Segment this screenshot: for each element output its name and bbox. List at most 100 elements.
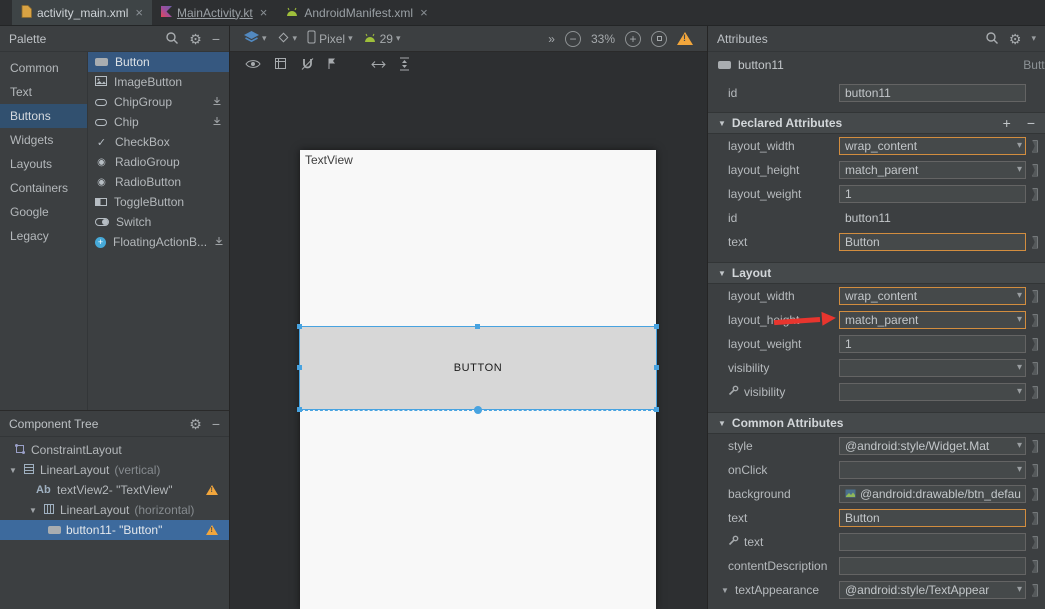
text-input[interactable]: Button bbox=[839, 509, 1026, 527]
resource-picker-icon[interactable] bbox=[1032, 512, 1038, 525]
selected-linearlayout[interactable]: BUTTON bbox=[300, 326, 656, 410]
resource-picker-icon[interactable] bbox=[1032, 464, 1038, 477]
palette-item-chipgroup[interactable]: ChipGroup bbox=[88, 92, 229, 112]
palette-category-widgets[interactable]: Widgets bbox=[0, 128, 87, 152]
minimize-icon[interactable]: − bbox=[212, 32, 220, 46]
tab-activity-main-xml[interactable]: activity_main.xml × bbox=[12, 0, 152, 25]
gear-icon[interactable]: ⚙ bbox=[189, 417, 202, 431]
resource-picker-icon[interactable] bbox=[1032, 290, 1038, 303]
resource-picker-icon[interactable] bbox=[1032, 236, 1038, 249]
id-value[interactable]: button11 bbox=[839, 209, 1026, 227]
resource-picker-icon[interactable] bbox=[1032, 188, 1038, 201]
chevron-down-icon[interactable]: ▼ bbox=[8, 466, 18, 475]
minimize-icon[interactable]: − bbox=[212, 417, 220, 431]
zoom-in-icon[interactable]: + bbox=[625, 31, 641, 47]
resize-handle[interactable] bbox=[297, 324, 302, 329]
resource-picker-icon[interactable] bbox=[1032, 536, 1038, 549]
add-attribute-icon[interactable]: + bbox=[1003, 115, 1011, 131]
download-icon[interactable] bbox=[214, 235, 224, 249]
visibility-combo[interactable] bbox=[839, 359, 1026, 377]
text-input[interactable]: Button bbox=[839, 233, 1026, 251]
layout-height-combo[interactable]: match_parent bbox=[839, 161, 1026, 179]
textview-preview[interactable]: TextView bbox=[305, 153, 353, 167]
palette-category-containers[interactable]: Containers bbox=[0, 176, 87, 200]
layout-height-combo[interactable]: match_parent bbox=[839, 311, 1026, 329]
orientation-selector[interactable]: ▾ bbox=[277, 31, 298, 47]
design-surface-mode-selector[interactable]: ▾ bbox=[244, 31, 267, 47]
resource-picker-icon[interactable] bbox=[1032, 140, 1038, 153]
resource-picker-icon[interactable] bbox=[1032, 338, 1038, 351]
palette-item-checkbox[interactable]: ✓ CheckBox bbox=[88, 132, 229, 152]
section-declared-attributes[interactable]: ▼ Declared Attributes + − bbox=[708, 112, 1045, 134]
layout-width-combo[interactable]: wrap_content bbox=[839, 287, 1026, 305]
resize-handle[interactable] bbox=[297, 365, 302, 370]
tree-item-constraintlayout[interactable]: ConstraintLayout bbox=[0, 440, 229, 460]
zoom-to-fit-icon[interactable] bbox=[651, 31, 667, 47]
palette-category-google[interactable]: Google bbox=[0, 200, 87, 224]
tools-visibility-combo[interactable] bbox=[839, 383, 1026, 401]
button-preview[interactable]: BUTTON bbox=[454, 362, 503, 374]
chevron-down-icon[interactable]: ▼ bbox=[720, 586, 730, 595]
palette-category-text[interactable]: Text bbox=[0, 80, 87, 104]
constraint-anchor-dot[interactable] bbox=[474, 406, 482, 414]
resize-handle[interactable] bbox=[654, 324, 659, 329]
close-icon[interactable]: × bbox=[420, 5, 428, 20]
tab-androidmanifest-xml[interactable]: AndroidManifest.xml × bbox=[276, 0, 436, 25]
api-level-selector[interactable]: 29 ▾ bbox=[363, 32, 401, 46]
tree-item-button11[interactable]: button11- "Button" bbox=[0, 520, 229, 540]
tab-mainactivity-kt[interactable]: MainActivity.kt × bbox=[152, 0, 276, 25]
layout-weight-input[interactable]: 1 bbox=[839, 185, 1026, 203]
palette-item-radiobutton[interactable]: ◉ RadioButton bbox=[88, 172, 229, 192]
close-icon[interactable]: × bbox=[260, 5, 268, 20]
palette-item-switch[interactable]: Switch bbox=[88, 212, 229, 232]
close-icon[interactable]: × bbox=[135, 5, 143, 20]
resource-picker-icon[interactable] bbox=[1032, 164, 1038, 177]
gear-icon[interactable]: ⚙ bbox=[1009, 32, 1022, 46]
remove-attribute-icon[interactable]: − bbox=[1027, 115, 1035, 131]
palette-item-button[interactable]: Button bbox=[88, 52, 229, 72]
resource-picker-icon[interactable] bbox=[1032, 314, 1038, 327]
id-input[interactable]: button11 bbox=[839, 84, 1026, 102]
palette-item-togglebutton[interactable]: ToggleButton bbox=[88, 192, 229, 212]
download-icon[interactable] bbox=[212, 95, 222, 109]
style-combo[interactable]: @android:style/Widget.Mat bbox=[839, 437, 1026, 455]
toolbar-overflow-icon[interactable]: » bbox=[548, 32, 555, 46]
resource-picker-icon[interactable] bbox=[1032, 560, 1038, 573]
blueprint-frame-icon[interactable] bbox=[274, 57, 287, 73]
search-icon[interactable] bbox=[985, 31, 999, 47]
layout-weight-input[interactable]: 1 bbox=[839, 335, 1026, 353]
content-description-input[interactable] bbox=[839, 557, 1026, 575]
gear-icon[interactable]: ⚙ bbox=[189, 32, 202, 46]
resize-handle[interactable] bbox=[475, 324, 480, 329]
view-options-icon[interactable] bbox=[245, 58, 261, 73]
resource-picker-icon[interactable] bbox=[1032, 386, 1038, 399]
resize-handle[interactable] bbox=[297, 407, 302, 412]
palette-category-common[interactable]: Common bbox=[0, 56, 87, 80]
palette-category-legacy[interactable]: Legacy bbox=[0, 224, 87, 248]
resource-picker-icon[interactable] bbox=[1032, 584, 1038, 597]
design-artboard[interactable]: TextView BUTTON bbox=[300, 150, 656, 609]
section-layout[interactable]: ▼ Layout bbox=[708, 262, 1045, 284]
background-input[interactable]: @android:drawable/btn_defau bbox=[839, 485, 1026, 503]
distribute-vertical-icon[interactable] bbox=[399, 57, 410, 74]
tree-item-linearlayout-vertical[interactable]: ▼ LinearLayout (vertical) bbox=[0, 460, 229, 480]
resize-handle[interactable] bbox=[654, 365, 659, 370]
section-common-attributes[interactable]: ▼ Common Attributes bbox=[708, 412, 1045, 434]
search-icon[interactable] bbox=[165, 31, 179, 47]
palette-item-fab[interactable]: + FloatingActionB... bbox=[88, 232, 229, 252]
tree-item-linearlayout-horizontal[interactable]: ▼ LinearLayout (horizontal) bbox=[0, 500, 229, 520]
palette-item-chip[interactable]: Chip bbox=[88, 112, 229, 132]
tools-text-input[interactable] bbox=[839, 533, 1026, 551]
chevron-down-icon[interactable]: ▼ bbox=[28, 506, 38, 515]
default-margins-icon[interactable] bbox=[327, 57, 337, 73]
palette-category-layouts[interactable]: Layouts bbox=[0, 152, 87, 176]
align-horizontal-icon[interactable] bbox=[371, 58, 386, 72]
layout-width-combo[interactable]: wrap_content bbox=[839, 137, 1026, 155]
resource-picker-icon[interactable] bbox=[1032, 440, 1038, 453]
text-appearance-combo[interactable]: @android:style/TextAppear bbox=[839, 581, 1026, 599]
download-icon[interactable] bbox=[212, 115, 222, 129]
device-selector[interactable]: Pixel ▾ bbox=[307, 30, 353, 47]
resize-handle[interactable] bbox=[654, 407, 659, 412]
warnings-icon[interactable] bbox=[677, 32, 693, 45]
palette-item-imagebutton[interactable]: ImageButton bbox=[88, 72, 229, 92]
